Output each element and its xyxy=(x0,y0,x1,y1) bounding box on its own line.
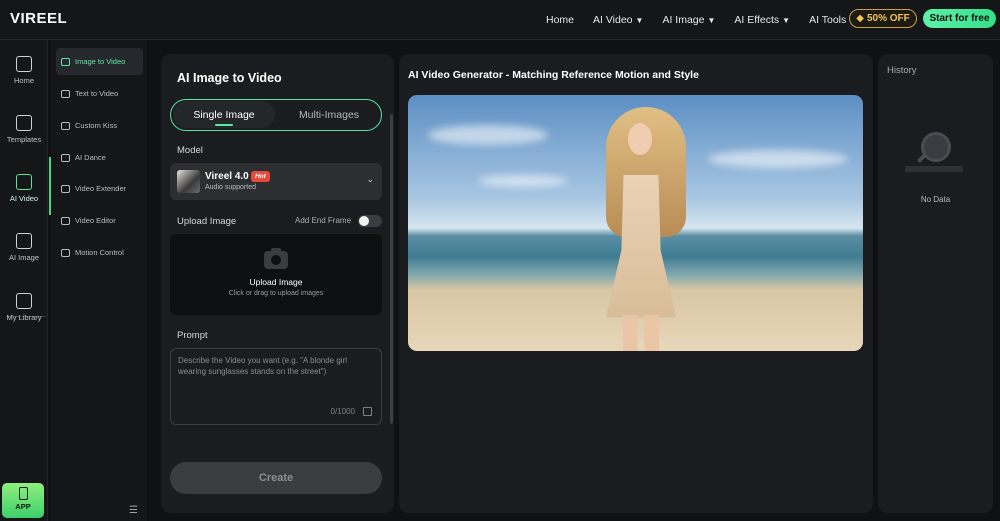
toggle-knob xyxy=(359,216,369,226)
mode-tabs: Single Image Multi-Images xyxy=(170,99,382,131)
chevron-down-icon: ⌄ xyxy=(366,174,374,184)
create-button[interactable]: Create xyxy=(170,462,382,494)
nav-ai-video[interactable]: AI Video ▼ xyxy=(593,14,643,26)
form-panel: AI Image to Video Single Image Multi-Ima… xyxy=(161,54,394,513)
preview-image xyxy=(408,95,863,351)
empty-base xyxy=(905,166,963,172)
nav-ai-image[interactable]: AI Image ▼ xyxy=(662,14,715,26)
cloud-shape xyxy=(428,125,548,145)
subnav-video-editor[interactable]: Video Editor xyxy=(56,207,143,234)
editor-icon xyxy=(61,216,70,225)
char-count: 0/1000 xyxy=(330,407,355,416)
leftnav-ai-video[interactable]: AI Video xyxy=(0,174,48,203)
model-name: Vireel 4.0 xyxy=(205,171,249,182)
model-label: Model xyxy=(177,145,203,156)
subnav-motion-control[interactable]: Motion Control xyxy=(56,239,143,266)
model-select[interactable]: Vireel 4.0 Hot Audio supported ⌄ xyxy=(170,163,382,200)
chevron-down-icon: ▼ xyxy=(707,16,716,25)
tab-multi-images[interactable]: Multi-Images xyxy=(277,100,381,129)
chevron-down-icon: ▼ xyxy=(782,16,791,25)
dance-icon xyxy=(61,153,70,162)
start-free-button[interactable]: Start for free xyxy=(923,9,996,28)
brand-logo[interactable]: VIREEL xyxy=(10,10,67,27)
subnav-video-extender[interactable]: Video Extender xyxy=(56,175,143,202)
templates-icon xyxy=(16,115,32,131)
promo-button[interactable]: ◆ 50% OFF xyxy=(849,9,917,28)
subnav-text-to-video[interactable]: Text to Video xyxy=(56,80,143,107)
tab-underline xyxy=(215,124,233,126)
nav-home[interactable]: Home xyxy=(546,14,574,26)
left-nav: Home Templates AI Video AI Image My Libr… xyxy=(0,40,48,521)
app-download-button[interactable]: APP xyxy=(2,483,44,518)
no-data-text: No Data xyxy=(920,195,951,204)
clear-icon[interactable] xyxy=(363,407,372,416)
model-thumbnail xyxy=(177,170,200,193)
collapse-menu-icon[interactable]: ☰ xyxy=(129,505,138,516)
figure-face xyxy=(628,123,652,155)
motion-icon xyxy=(61,248,70,257)
leftnav-templates[interactable]: Templates xyxy=(0,115,48,144)
diamond-icon: ◆ xyxy=(856,13,864,24)
end-frame-label: Add End Frame xyxy=(295,216,352,225)
image-video-icon xyxy=(61,57,70,66)
upload-label: Upload Image xyxy=(177,216,237,227)
ai-video-icon xyxy=(16,174,32,190)
top-bar: VIREEL Home AI Video ▼ AI Image ▼ AI Effec… xyxy=(0,0,1000,40)
leftnav-ai-image[interactable]: AI Image xyxy=(0,233,48,262)
preview-title: AI Video Generator - Matching Reference … xyxy=(408,69,699,81)
phone-icon xyxy=(18,487,28,500)
form-title: AI Image to Video xyxy=(177,71,282,85)
ai-image-icon xyxy=(16,233,32,249)
nav-ai-effects[interactable]: AI Effects ▼ xyxy=(734,14,790,26)
hot-badge: Hot xyxy=(251,171,270,182)
cloud-shape xyxy=(478,175,568,187)
text-video-icon xyxy=(61,89,70,98)
library-icon xyxy=(16,293,32,309)
subnav-image-to-video[interactable]: Image to Video xyxy=(56,48,143,75)
model-subtitle: Audio supported xyxy=(205,184,256,191)
home-icon xyxy=(16,56,32,72)
sub-nav: Image to Video Text to Video Custom Kiss… xyxy=(51,40,147,521)
preview-panel: AI Video Generator - Matching Reference … xyxy=(399,54,873,513)
extender-icon xyxy=(61,184,70,193)
prompt-label: Prompt xyxy=(177,330,208,341)
form-scrollbar[interactable] xyxy=(390,114,393,424)
history-title: History xyxy=(887,65,917,76)
subnav-ai-dance[interactable]: AI Dance xyxy=(56,144,143,171)
top-nav: Home AI Video ▼ AI Image ▼ AI Effects ▼ AI … xyxy=(546,0,857,40)
camera-icon xyxy=(264,248,288,269)
prompt-input[interactable] xyxy=(178,355,374,403)
subnav-custom-kiss[interactable]: Custom Kiss xyxy=(56,112,143,139)
empty-search-icon xyxy=(903,128,965,180)
magnifier-lens xyxy=(921,132,951,162)
leftnav-home[interactable]: Home xyxy=(0,56,48,85)
history-panel: History No Data xyxy=(878,54,993,513)
end-frame-toggle[interactable] xyxy=(358,215,382,227)
kiss-icon xyxy=(61,121,70,130)
figure-legs xyxy=(623,315,659,351)
chevron-down-icon: ▼ xyxy=(635,16,644,25)
cloud-shape xyxy=(708,150,848,168)
upload-dropzone[interactable]: Upload Image Click or drag to upload ima… xyxy=(170,234,382,315)
upload-title: Upload Image xyxy=(249,277,303,287)
upload-hint: Click or drag to upload images xyxy=(228,290,324,297)
leftnav-my-library[interactable]: My Library xyxy=(0,293,48,322)
prompt-field: 0/1000 xyxy=(170,348,382,425)
